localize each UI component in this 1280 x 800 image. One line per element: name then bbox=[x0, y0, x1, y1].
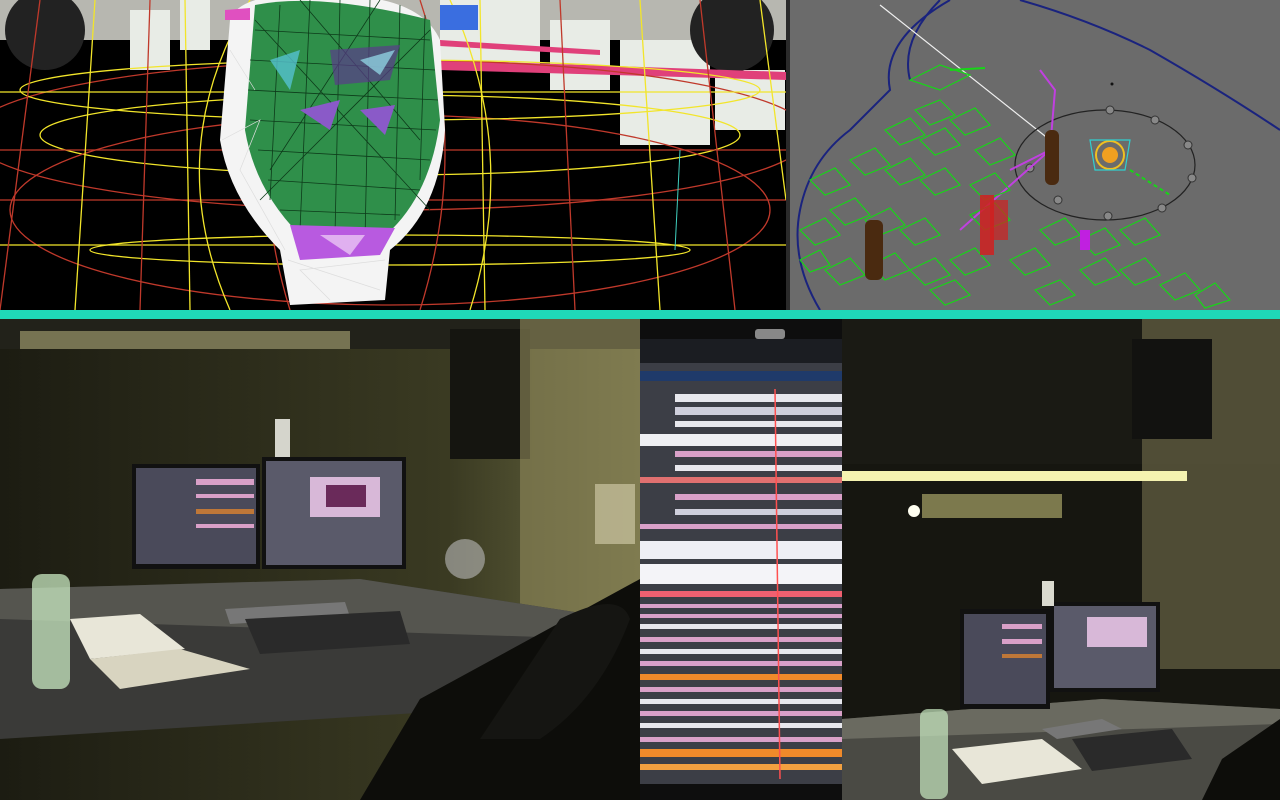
room-monitor-left bbox=[960, 609, 1050, 709]
desk-monitor-left bbox=[132, 464, 260, 569]
monitor-closeup-image bbox=[640, 319, 842, 800]
scene-top-viewport bbox=[790, 0, 1280, 310]
face-wireframe-render bbox=[0, 0, 786, 310]
room-photo-image bbox=[842, 319, 1280, 800]
room-photo bbox=[842, 319, 1280, 800]
desk-photo-image bbox=[0, 319, 640, 800]
desk-photo bbox=[0, 319, 640, 800]
face-wireframe-viewport bbox=[0, 0, 786, 310]
desk-monitor-right bbox=[262, 457, 406, 569]
room-monitor-right bbox=[1050, 602, 1160, 692]
scene-top-render bbox=[790, 0, 1280, 310]
monitor-closeup-photo bbox=[640, 319, 842, 800]
accent-divider bbox=[0, 310, 1280, 319]
ceiling-lamp bbox=[842, 471, 1187, 481]
